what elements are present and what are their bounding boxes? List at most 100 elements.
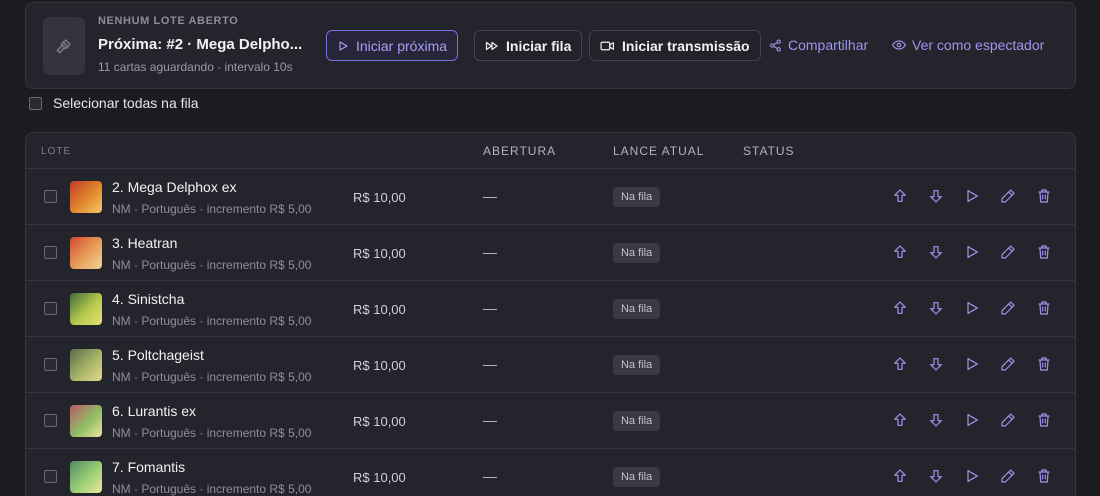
card-thumbnail — [70, 349, 102, 381]
start-stream-button[interactable]: Iniciar transmissão — [589, 30, 761, 61]
arrow-down-icon[interactable] — [928, 412, 944, 428]
card-meta: NM · Português · incremento R$ 5,00 — [112, 370, 312, 384]
arrow-up-icon[interactable] — [892, 412, 908, 428]
edit-pencil-icon[interactable] — [1000, 244, 1016, 260]
next-lot-title: Próxima: #2 · Mega Delpho... — [98, 36, 303, 53]
start-queue-button[interactable]: Iniciar fila — [474, 30, 583, 61]
table-row: 6. Lurantis ex NM · Português · incremen… — [26, 393, 1075, 449]
opening-value: — — [483, 244, 497, 260]
row-actions — [892, 356, 1052, 372]
row-actions — [892, 244, 1052, 260]
table-row: 3. Heatran NM · Português · incremento R… — [26, 225, 1075, 281]
card-name: 3. Heatran — [112, 235, 178, 251]
play-icon[interactable] — [964, 356, 980, 372]
play-icon[interactable] — [964, 244, 980, 260]
share-link[interactable]: Compartilhar — [769, 37, 868, 53]
trash-icon[interactable] — [1036, 356, 1052, 372]
start-next-label: Iniciar próxima — [356, 37, 448, 54]
column-abertura: ABERTURA — [483, 144, 557, 158]
trash-icon[interactable] — [1036, 244, 1052, 260]
card-name: 5. Poltchageist — [112, 347, 204, 363]
table-header: LOTE ABERTURA LANCE ATUAL STATUS — [26, 133, 1075, 169]
opening-value: — — [483, 412, 497, 428]
auction-status-card: NENHUM LOTE ABERTO Próxima: #2 · Mega De… — [25, 2, 1076, 89]
card-price: R$ 10,00 — [353, 246, 406, 261]
card-price: R$ 10,00 — [353, 470, 406, 485]
queue-info-text: 11 cartas aguardando · intervalo 10s — [98, 60, 293, 74]
row-actions — [892, 188, 1052, 204]
card-meta: NM · Português · incremento R$ 5,00 — [112, 482, 312, 496]
share-icon — [770, 39, 781, 51]
select-all-row[interactable]: Selecionar todas na fila — [29, 95, 199, 111]
card-meta: NM · Português · incremento R$ 5,00 — [112, 426, 312, 440]
column-lance-atual: LANCE ATUAL — [613, 144, 705, 158]
edit-pencil-icon[interactable] — [1000, 300, 1016, 316]
row-checkbox[interactable] — [44, 246, 57, 259]
eye-icon — [892, 40, 906, 50]
arrow-down-icon[interactable] — [928, 244, 944, 260]
play-outline-icon — [339, 40, 348, 51]
row-checkbox[interactable] — [44, 302, 57, 315]
trash-icon[interactable] — [1036, 188, 1052, 204]
arrow-up-icon[interactable] — [892, 300, 908, 316]
edit-pencil-icon[interactable] — [1000, 356, 1016, 372]
start-stream-label: Iniciar transmissão — [622, 37, 750, 54]
row-checkbox[interactable] — [44, 358, 57, 371]
share-label: Compartilhar — [788, 37, 869, 53]
status-badge: Na fila — [613, 299, 661, 319]
row-checkbox[interactable] — [44, 190, 57, 203]
select-all-checkbox[interactable] — [29, 96, 42, 110]
card-meta: NM · Português · incremento R$ 5,00 — [112, 314, 312, 328]
trash-icon[interactable] — [1036, 468, 1052, 484]
view-as-viewer-link[interactable]: Ver como espectador — [892, 37, 1044, 53]
card-thumbnail — [70, 181, 102, 213]
opening-value: — — [483, 300, 497, 316]
lots-table: LOTE ABERTURA LANCE ATUAL STATUS 2. Mega… — [25, 132, 1076, 496]
card-price: R$ 10,00 — [353, 358, 406, 373]
arrow-up-icon[interactable] — [892, 188, 908, 204]
card-price: R$ 10,00 — [353, 302, 406, 317]
card-name: 7. Fomantis — [112, 459, 186, 475]
table-row: 5. Poltchageist NM · Português · increme… — [26, 337, 1075, 393]
card-name: 6. Lurantis ex — [112, 403, 197, 419]
table-row: 2. Mega Delphox ex NM · Português · incr… — [26, 169, 1075, 225]
card-thumbnail — [70, 461, 102, 493]
arrow-down-icon[interactable] — [928, 468, 944, 484]
arrow-down-icon[interactable] — [928, 300, 944, 316]
edit-pencil-icon[interactable] — [1000, 468, 1016, 484]
arrow-up-icon[interactable] — [892, 468, 908, 484]
play-icon[interactable] — [964, 300, 980, 316]
row-actions — [892, 468, 1052, 484]
row-checkbox[interactable] — [44, 414, 57, 427]
card-meta: NM · Português · incremento R$ 5,00 — [112, 258, 312, 272]
column-status: STATUS — [743, 144, 795, 158]
table-row: 4. Sinistcha NM · Português · incremento… — [26, 281, 1075, 337]
row-actions — [892, 300, 1052, 316]
card-price: R$ 10,00 — [353, 190, 406, 205]
card-meta: NM · Português · incremento R$ 5,00 — [112, 202, 312, 216]
status-badge: Na fila — [613, 243, 661, 263]
card-thumbnail — [70, 293, 102, 325]
arrow-down-icon[interactable] — [928, 356, 944, 372]
arrow-up-icon[interactable] — [892, 356, 908, 372]
column-lote: LOTE — [41, 146, 72, 157]
arrow-up-icon[interactable] — [892, 244, 908, 260]
play-icon[interactable] — [964, 188, 980, 204]
view-as-viewer-label: Ver como espectador — [912, 37, 1045, 53]
row-checkbox[interactable] — [44, 470, 57, 483]
gavel-icon — [43, 17, 85, 75]
play-icon[interactable] — [964, 412, 980, 428]
status-badge: Na fila — [613, 187, 661, 207]
start-next-button[interactable]: Iniciar próxima — [326, 30, 459, 61]
edit-pencil-icon[interactable] — [1000, 412, 1016, 428]
edit-pencil-icon[interactable] — [1000, 188, 1016, 204]
trash-icon[interactable] — [1036, 412, 1052, 428]
card-thumbnail — [70, 405, 102, 437]
play-icon[interactable] — [964, 468, 980, 484]
card-name: 4. Sinistcha — [112, 291, 185, 307]
status-badge: Na fila — [613, 411, 661, 431]
status-badge: Na fila — [613, 467, 661, 487]
no-open-lot-label: NENHUM LOTE ABERTO — [98, 15, 239, 27]
trash-icon[interactable] — [1036, 300, 1052, 316]
arrow-down-icon[interactable] — [928, 188, 944, 204]
